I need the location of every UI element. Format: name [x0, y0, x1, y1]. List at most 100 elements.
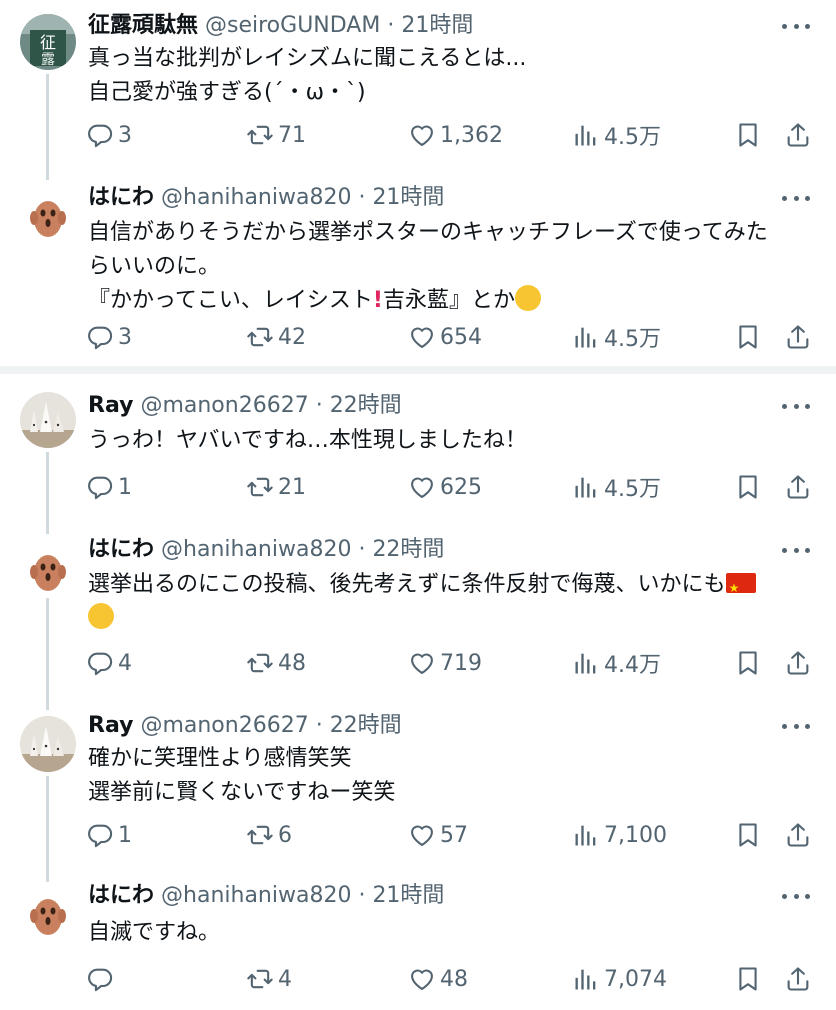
avatar[interactable]: [20, 884, 76, 940]
bookmark-icon: [734, 965, 762, 993]
avatar[interactable]: [20, 186, 76, 242]
timestamp[interactable]: 22時間: [372, 537, 444, 562]
like-button[interactable]: 719: [408, 646, 482, 680]
tweet[interactable]: はにわ @hanihaniwa820 · 22時間 選挙出るのにこの投稿、後先考…: [0, 534, 836, 710]
views-button[interactable]: 4.5万: [572, 118, 661, 152]
text-segment: 選挙出るのにこの投稿、後先考えずに条件反射で侮蔑、いかにも: [88, 572, 726, 597]
views-button[interactable]: 4.4万: [572, 646, 661, 680]
reply-count: 4: [118, 650, 132, 676]
bookmark-icon: [734, 821, 762, 849]
tweet-header: 征露頑駄無 @seiroGUNDAM · 21時間: [88, 10, 473, 42]
display-name[interactable]: Ray: [88, 713, 133, 738]
display-name[interactable]: はにわ: [88, 883, 154, 908]
reply-icon: [86, 965, 114, 993]
bookmark-button[interactable]: [734, 646, 766, 680]
views-button[interactable]: 7,074: [572, 962, 667, 996]
tweet-header: Ray @manon26627 · 22時間: [88, 710, 402, 742]
grinning-sweat-emoji-icon: [88, 603, 114, 629]
tweet[interactable]: はにわ @hanihaniwa820 · 21時間 自信がありそうだから選挙ポス…: [0, 180, 836, 366]
display-name[interactable]: Ray: [88, 393, 133, 418]
timestamp[interactable]: 22時間: [330, 713, 402, 738]
retweet-button[interactable]: 71: [246, 118, 306, 152]
reply-count: 3: [118, 122, 132, 148]
handle[interactable]: @manon26627: [140, 713, 308, 738]
bookmark-icon: [734, 473, 762, 501]
retweet-button[interactable]: 4: [246, 962, 292, 996]
like-count: 57: [440, 822, 468, 848]
reply-button[interactable]: 3: [86, 118, 132, 152]
display-name[interactable]: はにわ: [88, 185, 154, 210]
bookmark-button[interactable]: [734, 320, 766, 354]
share-button[interactable]: [784, 818, 816, 852]
exclamation-emoji-icon: !: [372, 288, 383, 313]
share-button[interactable]: [784, 646, 816, 680]
avatar[interactable]: [20, 392, 76, 448]
views-button[interactable]: 7,100: [572, 818, 667, 852]
bookmark-button[interactable]: [734, 818, 766, 852]
reply-button[interactable]: 1: [86, 818, 132, 852]
tweet[interactable]: はにわ @hanihaniwa820 · 21時間 自滅ですね。 4 48 7,…: [0, 882, 836, 1010]
avatar[interactable]: [20, 14, 76, 70]
text-line: 『かかってこい、レイシスト!吉永藍』とか: [88, 284, 816, 318]
more-icon[interactable]: [782, 716, 810, 736]
reply-icon: [86, 323, 114, 351]
timestamp[interactable]: 21時間: [372, 185, 444, 210]
more-icon[interactable]: [782, 188, 810, 208]
tweet[interactable]: 征露頑駄無 @seiroGUNDAM · 21時間 真っ当な批判がレイシズムに聞…: [0, 0, 836, 180]
bookmark-button[interactable]: [734, 962, 766, 996]
tweet[interactable]: Ray @manon26627 · 22時間 確かに笑理性より感情笑笑 選挙前に賢…: [0, 710, 836, 882]
retweet-button[interactable]: 48: [246, 646, 306, 680]
like-icon: [408, 473, 436, 501]
action-bar: 4 48 7,074: [86, 962, 816, 996]
avatar[interactable]: [20, 540, 76, 596]
tweet-header: はにわ @hanihaniwa820 · 21時間: [88, 880, 444, 912]
share-button[interactable]: [784, 320, 816, 354]
tweet-text: うっわ！ヤバいですね…本性現しましたね！: [88, 424, 796, 458]
handle[interactable]: @hanihaniwa820: [161, 185, 351, 210]
like-icon: [408, 649, 436, 677]
display-name[interactable]: 征露頑駄無: [88, 13, 198, 38]
more-icon[interactable]: [782, 396, 810, 416]
more-icon[interactable]: [782, 540, 810, 560]
timestamp[interactable]: 22時間: [330, 393, 402, 418]
blushing-smile-emoji-icon: [514, 285, 541, 311]
retweet-button[interactable]: 42: [246, 320, 306, 354]
timestamp[interactable]: 21時間: [401, 13, 473, 38]
like-button[interactable]: 1,362: [408, 118, 503, 152]
handle[interactable]: @seiroGUNDAM: [205, 13, 380, 38]
share-button[interactable]: [784, 962, 816, 996]
action-bar: 3 71 1,362 4.5万: [86, 118, 816, 152]
like-button[interactable]: 654: [408, 320, 482, 354]
views-button[interactable]: 4.5万: [572, 470, 661, 504]
retweet-count: 71: [278, 122, 306, 148]
handle[interactable]: @hanihaniwa820: [161, 883, 351, 908]
share-button[interactable]: [784, 118, 816, 152]
timestamp[interactable]: 21時間: [372, 883, 444, 908]
text-line: 自信がありそうだから選挙ポスターのキャッチフレーズで使ってみた: [88, 220, 768, 245]
views-button[interactable]: 4.5万: [572, 320, 661, 354]
avatar[interactable]: [20, 716, 76, 772]
reply-button[interactable]: 3: [86, 320, 132, 354]
like-button[interactable]: 48: [408, 962, 468, 996]
bookmark-button[interactable]: [734, 118, 766, 152]
tweet-header: Ray @manon26627 · 22時間: [88, 390, 402, 422]
retweet-button[interactable]: 6: [246, 818, 292, 852]
handle[interactable]: @hanihaniwa820: [161, 537, 351, 562]
share-button[interactable]: [784, 470, 816, 504]
more-icon[interactable]: [782, 16, 810, 36]
like-button[interactable]: 57: [408, 818, 468, 852]
reply-button[interactable]: 4: [86, 646, 132, 680]
text-line: うっわ！ヤバいですね…本性現しましたね！: [88, 428, 527, 453]
handle[interactable]: @manon26627: [140, 393, 308, 418]
like-button[interactable]: 625: [408, 470, 482, 504]
reply-button[interactable]: [86, 962, 118, 996]
display-name[interactable]: はにわ: [88, 537, 154, 562]
more-icon[interactable]: [782, 886, 810, 906]
separator-dot: ·: [308, 393, 330, 418]
action-bar: 3 42 654 4.5万: [86, 320, 816, 354]
retweet-button[interactable]: 21: [246, 470, 306, 504]
tweet[interactable]: Ray @manon26627 · 22時間 うっわ！ヤバいですね…本性現しまし…: [0, 374, 836, 534]
reply-button[interactable]: 1: [86, 470, 132, 504]
share-icon: [784, 473, 812, 501]
bookmark-button[interactable]: [734, 470, 766, 504]
